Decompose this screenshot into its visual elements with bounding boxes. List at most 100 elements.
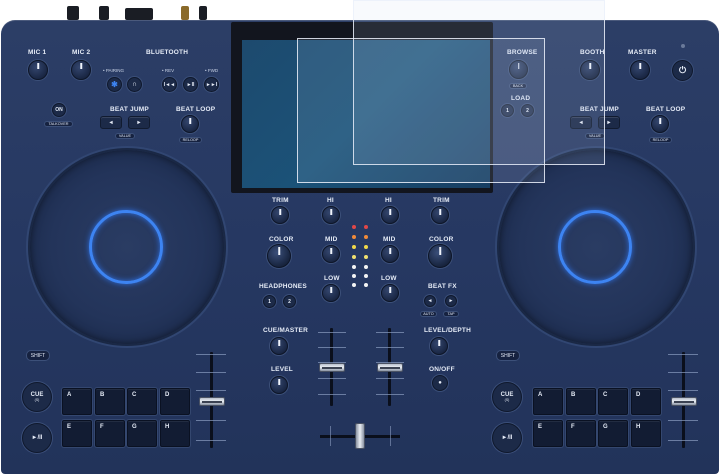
headphone-button[interactable]: ∩ — [127, 77, 142, 92]
channel-tick — [318, 378, 346, 379]
trim-knob-left[interactable] — [271, 206, 289, 224]
hi-knob-right[interactable] — [381, 206, 399, 224]
arrow-left-icon: ◄ — [427, 298, 433, 304]
beat-fx-next[interactable]: ► — [445, 295, 457, 307]
headphone-icon: ∩ — [131, 81, 138, 88]
cue-button-left[interactable]: CUE (S) — [22, 382, 52, 412]
hi-knob-left[interactable] — [322, 206, 340, 224]
cue-master-knob[interactable] — [270, 337, 288, 355]
glass-overlay-front — [297, 38, 545, 183]
fwd-button[interactable]: ►►I — [204, 77, 219, 92]
pad-right-f[interactable]: F — [566, 420, 596, 447]
tempo-tick — [668, 354, 698, 355]
beat-loop-knob-right[interactable] — [651, 115, 669, 133]
level-led — [352, 255, 356, 259]
play-button-left[interactable]: ►/II — [22, 423, 52, 453]
reloop-label-right: RELOOP — [649, 137, 672, 143]
pad-left-d[interactable]: D — [160, 388, 190, 415]
mid-label-right: MID — [383, 236, 396, 243]
bluetooth-pair-button[interactable]: ✱ — [107, 77, 122, 92]
jog-ring-left — [89, 210, 163, 284]
pad-right-b[interactable]: B — [566, 388, 596, 415]
arrow-left-icon: ◄ — [108, 119, 114, 126]
level-led — [364, 225, 368, 229]
crossfader[interactable] — [355, 423, 365, 449]
level-led — [352, 235, 356, 239]
headphones-label: HEADPHONES — [259, 283, 307, 290]
trim-knob-right[interactable] — [431, 206, 449, 224]
headphones-cue-1[interactable]: 1 — [263, 295, 276, 308]
auto-label: AUTO — [420, 311, 437, 317]
talkover-on-button[interactable]: ON — [52, 103, 66, 117]
headphones-cue-2[interactable]: 2 — [283, 295, 296, 308]
tempo-tick — [196, 354, 226, 355]
shift-button-right[interactable]: SHIFT — [496, 350, 520, 361]
pad-left-g[interactable]: G — [127, 420, 157, 447]
level-led — [364, 283, 368, 287]
beat-jump-fwd-left[interactable]: ► — [128, 116, 150, 129]
color-label-left: COLOR — [269, 236, 294, 243]
power-button[interactable]: ⏻ — [672, 60, 693, 81]
cue-sub-right: (S) — [504, 398, 510, 402]
channel-fader-left[interactable] — [319, 363, 345, 372]
pad-left-a[interactable]: A — [62, 388, 92, 415]
pad-left-f[interactable]: F — [95, 420, 125, 447]
mic1-knob[interactable] — [28, 60, 48, 80]
pad-left-e[interactable]: E — [62, 420, 92, 447]
beat-fx-label: BEAT FX — [428, 283, 457, 290]
tempo-fader-right[interactable] — [671, 397, 697, 406]
play-pause-bt-button[interactable]: ►II — [183, 77, 198, 92]
value-label-left: VALUE — [115, 133, 135, 139]
level-led — [364, 235, 368, 239]
beat-jump-back-left[interactable]: ◄ — [100, 116, 122, 129]
channel-fader-right[interactable] — [377, 363, 403, 372]
beat-loop-knob-left[interactable] — [181, 115, 199, 133]
low-knob-left[interactable] — [322, 284, 340, 302]
level-depth-label: LEVEL/DEPTH — [424, 327, 471, 334]
arrow-right-icon: ► — [606, 119, 612, 126]
mic2-knob[interactable] — [71, 60, 91, 80]
trim-label-left: TRIM — [272, 197, 289, 204]
cue-master-label: CUE/MASTER — [263, 327, 308, 334]
hi-label-left: HI — [327, 197, 334, 204]
mid-label-left: MID — [325, 236, 338, 243]
low-knob-right[interactable] — [381, 284, 399, 302]
level-led — [352, 265, 356, 269]
tempo-tick — [668, 440, 698, 441]
pad-left-b[interactable]: B — [95, 388, 125, 415]
pad-right-e[interactable]: E — [533, 420, 563, 447]
top-connector — [99, 6, 109, 20]
pad-right-c[interactable]: C — [598, 388, 628, 415]
channel-tick — [318, 394, 346, 395]
color-knob-right[interactable] — [428, 244, 452, 268]
pad-left-c[interactable]: C — [127, 388, 157, 415]
top-connector — [199, 6, 207, 20]
channel-tick — [318, 347, 346, 348]
play-button-right[interactable]: ►/II — [492, 423, 522, 453]
cue-sub-left: (S) — [34, 398, 40, 402]
fx-on-off-button[interactable]: ● — [432, 375, 448, 391]
tempo-fader-left[interactable] — [199, 397, 225, 406]
beat-loop-label-right: BEAT LOOP — [646, 106, 686, 113]
level-led — [364, 274, 368, 278]
mic1-label: MIC 1 — [28, 49, 47, 56]
mid-knob-left[interactable] — [322, 245, 340, 263]
level-depth-knob[interactable] — [430, 337, 448, 355]
shift-button-left[interactable]: SHIFT — [26, 350, 50, 361]
pad-right-g[interactable]: G — [598, 420, 628, 447]
level-led — [352, 225, 356, 229]
mid-knob-right[interactable] — [381, 245, 399, 263]
arrow-right-icon: ► — [136, 119, 142, 126]
level-led — [364, 265, 368, 269]
rev-button[interactable]: I◄◄ — [162, 77, 177, 92]
pad-right-h[interactable]: H — [631, 420, 661, 447]
pad-right-a[interactable]: A — [533, 388, 563, 415]
pad-right-d[interactable]: D — [631, 388, 661, 415]
cue-button-right[interactable]: CUE (S) — [492, 382, 522, 412]
headphone-level-knob[interactable] — [270, 376, 288, 394]
master-knob[interactable] — [630, 60, 650, 80]
fwd-label: • FWD — [205, 68, 219, 73]
beat-fx-prev[interactable]: ◄ — [424, 295, 436, 307]
color-knob-left[interactable] — [267, 244, 291, 268]
pad-left-h[interactable]: H — [160, 420, 190, 447]
